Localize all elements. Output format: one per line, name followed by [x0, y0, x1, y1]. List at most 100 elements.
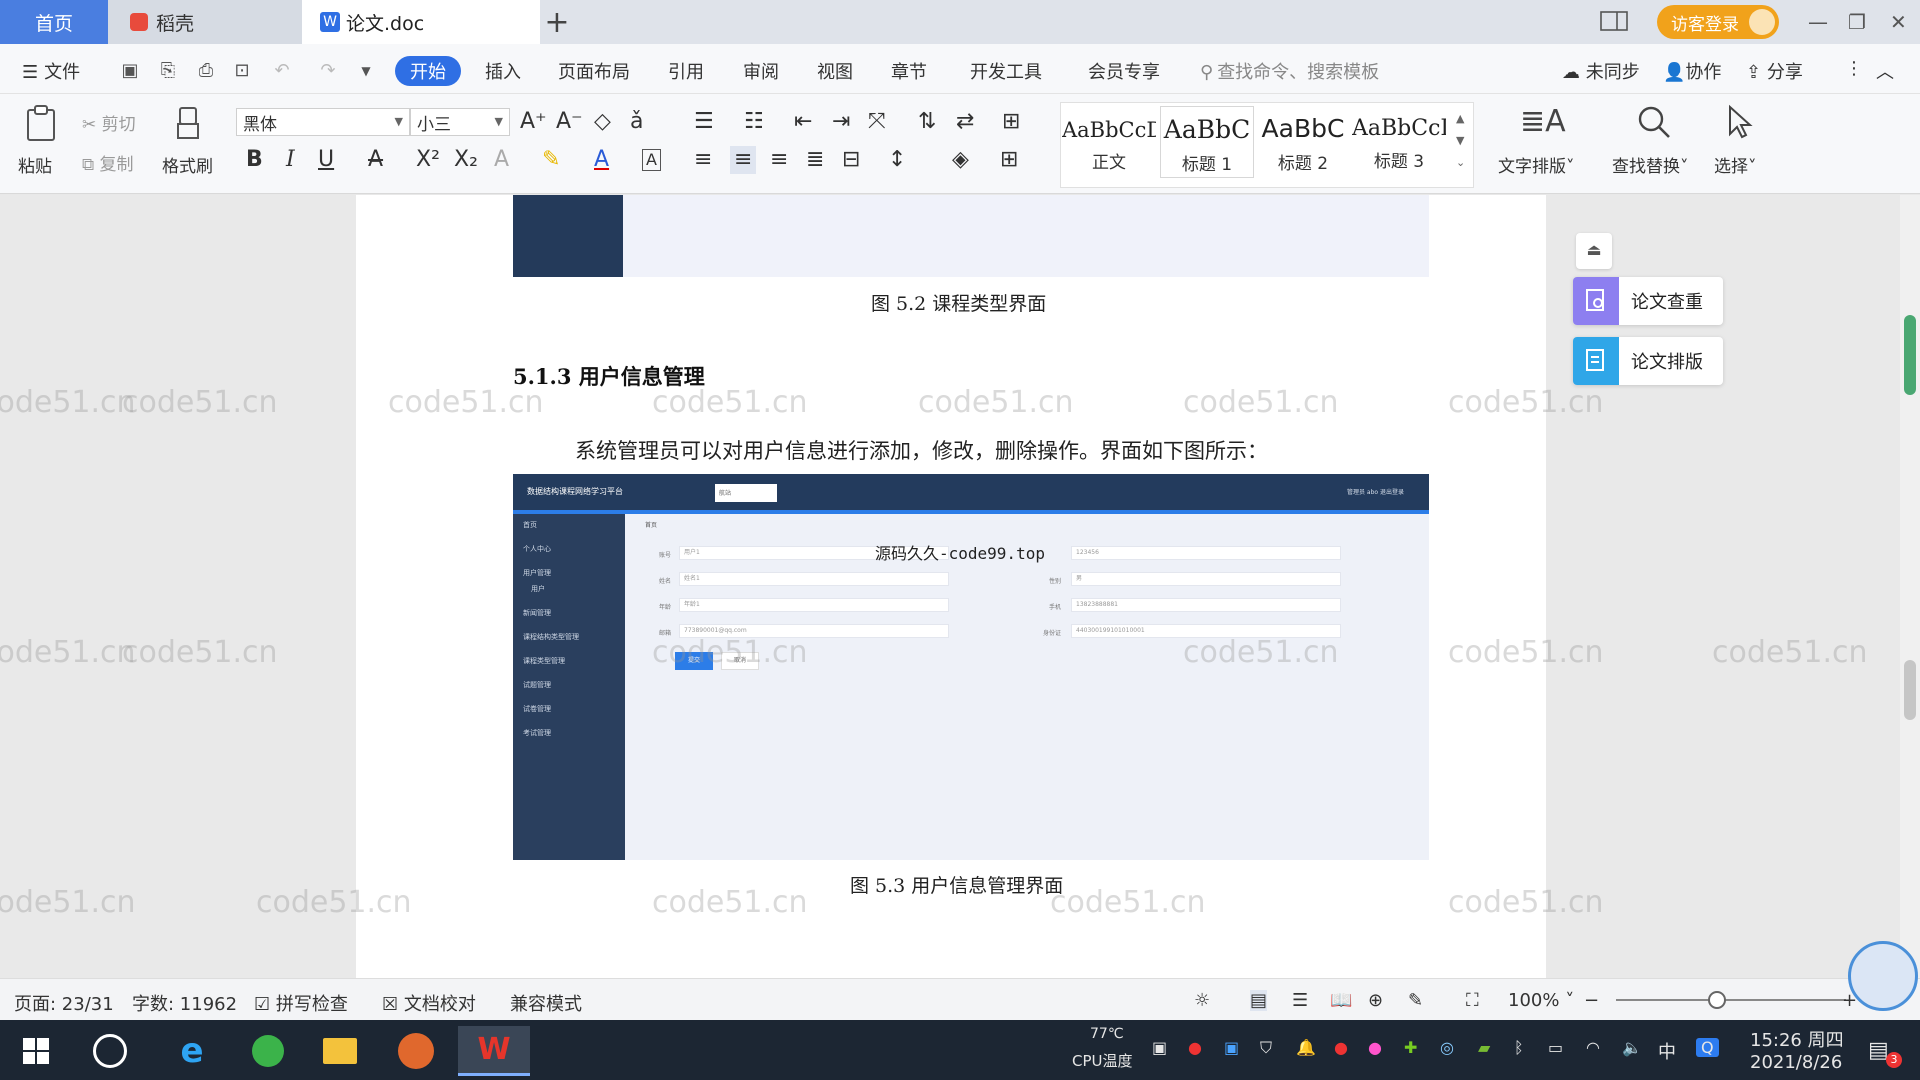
tray-app-icon[interactable]: ●: [1188, 1038, 1202, 1057]
find-replace-button[interactable]: 查找替换˅: [1612, 152, 1689, 177]
guest-login-button[interactable]: 访客登录: [1657, 5, 1779, 39]
collapse-ribbon-icon[interactable]: ︿: [1876, 58, 1894, 84]
grow-font-icon[interactable]: A⁺: [520, 108, 547, 136]
volume-icon[interactable]: 🔈: [1622, 1038, 1642, 1057]
zoom-out-button[interactable]: −: [1584, 990, 1599, 1011]
tray-app-icon[interactable]: ▣: [1152, 1038, 1167, 1057]
tab-insert[interactable]: 插入: [485, 58, 521, 84]
distributed-icon[interactable]: ⊟: [842, 146, 860, 174]
align-right-icon[interactable]: ≡: [770, 146, 788, 174]
tray-app-icon[interactable]: Q: [1696, 1038, 1719, 1057]
shield-icon[interactable]: ⛉: [1260, 1038, 1272, 1058]
bold-icon[interactable]: B: [246, 146, 263, 174]
clock-time[interactable]: 15:26 周四: [1750, 1026, 1844, 1052]
wps-writer-icon[interactable]: W: [458, 1026, 530, 1076]
phonetic-icon[interactable]: ǎ: [630, 108, 643, 136]
wifi-icon[interactable]: ◠: [1586, 1038, 1600, 1057]
underline-icon[interactable]: U: [318, 146, 334, 174]
magnifier-icon[interactable]: [1636, 104, 1672, 140]
document-viewport[interactable]: 图 5.2 课程类型界面 5.1.3 用户信息管理 系统管理员可以对用户信息进行…: [0, 195, 1900, 978]
subscript-icon[interactable]: X₂: [454, 146, 478, 174]
tab-home[interactable]: 首页: [0, 0, 108, 44]
tab-review[interactable]: 审阅: [743, 58, 779, 84]
borders-icon[interactable]: ⊞: [1000, 146, 1018, 174]
align-center-icon[interactable]: ≡: [730, 146, 757, 174]
tray-app-icon[interactable]: ✚: [1404, 1038, 1417, 1057]
char-border-icon[interactable]: A: [642, 149, 661, 171]
justify-icon[interactable]: ≣: [806, 146, 824, 174]
file-explorer-icon[interactable]: [312, 1026, 368, 1076]
tab-document[interactable]: W 论文.doc: [302, 0, 540, 44]
decrease-indent-icon[interactable]: ⇤: [794, 108, 812, 136]
collapse-panel-icon[interactable]: ⏏: [1576, 233, 1612, 269]
select-button[interactable]: 选择˅: [1714, 152, 1757, 177]
page-view-icon[interactable]: ▤: [1250, 990, 1268, 1011]
bullet-list-icon[interactable]: ☰: [694, 108, 714, 136]
increase-indent-icon[interactable]: ⇥: [832, 108, 850, 136]
highlight-icon[interactable]: ✎: [542, 146, 560, 174]
style-scroll-icon[interactable]: ▲ ▼ ⌄: [1456, 108, 1465, 174]
assistant-avatar[interactable]: [1848, 941, 1918, 1011]
numbered-list-icon[interactable]: ☷: [744, 108, 764, 136]
scroll-thumb[interactable]: [1904, 660, 1916, 720]
doc-proofread-button[interactable]: ☒ 文档校对: [382, 990, 476, 1016]
clear-format-icon[interactable]: ◇: [594, 108, 611, 136]
reading-view-icon[interactable]: 📖: [1330, 990, 1352, 1011]
nvidia-icon[interactable]: ▰: [1478, 1038, 1490, 1057]
style-heading3[interactable]: AaBbCcI 标题 3: [1352, 106, 1446, 178]
word-count[interactable]: 字数: 11962: [132, 990, 237, 1016]
undo-icon[interactable]: ↶: [272, 61, 292, 81]
align-left-icon[interactable]: ≡: [694, 146, 712, 174]
print-icon[interactable]: ⎙: [196, 61, 216, 81]
bluetooth-icon[interactable]: ᛒ: [1514, 1038, 1524, 1057]
recorder-app-icon[interactable]: [388, 1026, 444, 1076]
pinwheel-app-icon[interactable]: [82, 1026, 138, 1076]
style-heading1[interactable]: AaBbC 标题 1: [1160, 106, 1254, 178]
file-menu[interactable]: ☰ 文件: [22, 58, 80, 84]
strikethrough-icon[interactable]: A: [368, 146, 383, 174]
figure-5-3-image[interactable]: 数据结构课程网络学习平台 航站 管理员 abo 退出登录 首页 个人中心 用户管…: [513, 474, 1429, 860]
tray-app-icon[interactable]: ▣: [1224, 1038, 1239, 1057]
export-icon[interactable]: ⎘: [158, 61, 178, 81]
text-effect-icon[interactable]: A: [494, 146, 509, 174]
sync-button[interactable]: ☁ 未同步: [1562, 58, 1640, 84]
tab-chapter[interactable]: 章节: [891, 58, 927, 84]
outline-view-icon[interactable]: ☰: [1292, 990, 1308, 1011]
eye-protection-icon[interactable]: ☼: [1194, 990, 1210, 1011]
zoom-slider[interactable]: [1616, 999, 1846, 1001]
command-search[interactable]: ⚲ 查找命令、搜索模板: [1200, 58, 1379, 84]
sort-icon[interactable]: ⇅: [918, 108, 936, 136]
paste-button[interactable]: [22, 104, 62, 144]
window-layout-icon[interactable]: [1600, 10, 1628, 32]
page-indicator[interactable]: 页面: 23/31: [14, 990, 114, 1016]
superscript-icon[interactable]: X²: [416, 146, 440, 174]
tab-vip[interactable]: 会员专享: [1088, 58, 1160, 84]
save-icon[interactable]: ▣: [120, 61, 140, 81]
edit-mode-icon[interactable]: ✎: [1408, 990, 1423, 1011]
tab-view[interactable]: 视图: [817, 58, 853, 84]
style-heading2[interactable]: AaBbC 标题 2: [1256, 106, 1350, 178]
tab-reference[interactable]: 引用: [668, 58, 704, 84]
text-direction-icon[interactable]: ⇄: [956, 108, 974, 136]
tray-app-icon[interactable]: ◎: [1440, 1038, 1454, 1057]
cursor-icon[interactable]: [1724, 104, 1754, 140]
paper-format-button[interactable]: 论文排版: [1573, 337, 1723, 385]
shrink-font-icon[interactable]: A⁻: [556, 108, 583, 136]
format-painter-button[interactable]: [174, 106, 204, 142]
web-view-icon[interactable]: ⊕: [1368, 990, 1383, 1011]
ie-browser-icon[interactable]: e: [164, 1026, 220, 1076]
font-color-icon[interactable]: A: [594, 146, 609, 174]
tray-app-icon[interactable]: ●: [1368, 1038, 1382, 1057]
font-family-select[interactable]: 黑体 ▼: [236, 108, 410, 136]
close-icon[interactable]: ✕: [1890, 10, 1907, 34]
restore-icon[interactable]: ❐: [1848, 10, 1866, 34]
shading-icon[interactable]: ◈: [952, 146, 969, 174]
windows-start-icon[interactable]: [8, 1026, 64, 1076]
italic-icon[interactable]: I: [286, 146, 295, 174]
style-normal[interactable]: AaBbCcDd 正文: [1062, 106, 1156, 178]
copy-button[interactable]: ⧉ 复制: [82, 150, 134, 175]
tray-app-icon[interactable]: ●: [1334, 1038, 1348, 1057]
new-tab-button[interactable]: +: [540, 0, 574, 44]
redo-icon[interactable]: ↷: [318, 61, 338, 81]
fit-page-icon[interactable]: ⛶: [1466, 990, 1479, 1011]
